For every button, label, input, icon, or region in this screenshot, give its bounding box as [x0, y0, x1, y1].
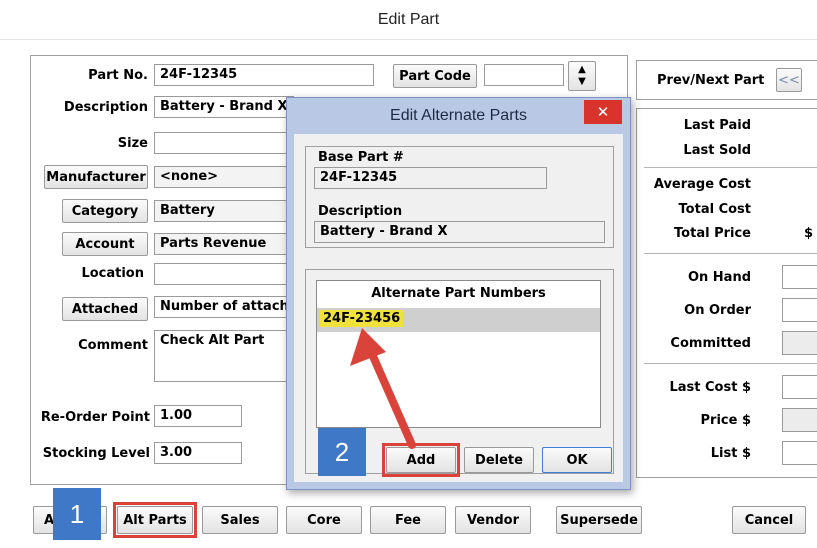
location-label: Location [81, 266, 144, 281]
total-price-label: Total Price [674, 226, 751, 241]
alt-parts-highlight [113, 502, 197, 538]
step-1-callout: 1 [53, 488, 101, 540]
committed-label: Committed [670, 336, 751, 351]
part-code-button[interactable]: Part Code [393, 64, 477, 88]
size-label: Size [117, 136, 148, 151]
size-field[interactable] [154, 132, 294, 154]
description-field[interactable]: Battery - Brand X [154, 96, 294, 118]
alternate-parts-header: Alternate Part Numbers [371, 286, 546, 301]
attached-button[interactable]: Attached [62, 297, 148, 321]
cancel-button[interactable]: Cancel [732, 506, 806, 534]
committed-field[interactable] [782, 331, 817, 355]
manufacturer-button[interactable]: Manufacturer [44, 165, 148, 189]
total-price-value: $ [804, 226, 814, 241]
delete-button[interactable]: Delete [464, 447, 534, 473]
last-cost-label: Last Cost $ [669, 380, 751, 395]
part-no-label: Part No. [88, 68, 148, 83]
reorder-point-label: Re-Order Point [40, 410, 150, 425]
total-cost-label: Total Cost [678, 202, 751, 217]
on-hand-field[interactable] [782, 265, 817, 289]
spinner-down-icon[interactable]: ▼ [578, 76, 586, 88]
comment-label: Comment [78, 338, 148, 353]
sales-button[interactable]: Sales [202, 506, 278, 534]
prev-next-label: Prev/Next Part [657, 73, 765, 88]
location-field[interactable] [154, 263, 294, 285]
account-field[interactable]: Parts Revenue [154, 233, 294, 255]
on-order-label: On Order [684, 303, 751, 318]
on-order-field[interactable] [782, 298, 817, 322]
window-title: Edit Part [377, 10, 440, 28]
reorder-point-field[interactable]: 1.00 [154, 405, 242, 427]
list-price-field[interactable] [782, 441, 817, 465]
divider [644, 363, 817, 364]
comment-field[interactable]: Check Alt Part [154, 330, 294, 382]
stocking-level-field[interactable]: 3.00 [154, 442, 242, 464]
stocking-level-label: Stocking Level [42, 446, 150, 461]
last-paid-label: Last Paid [683, 118, 751, 133]
close-icon[interactable]: ✕ [584, 100, 622, 124]
divider [644, 253, 817, 254]
dialog-title: Edit Alternate Parts [390, 107, 527, 124]
dialog-description-field: Battery - Brand X [314, 221, 605, 243]
vendor-button[interactable]: Vendor [455, 506, 531, 534]
fee-button[interactable]: Fee [370, 506, 446, 534]
divider [644, 167, 817, 168]
list-price-label: List $ [710, 446, 751, 461]
last-cost-field[interactable] [782, 375, 817, 399]
prev-part-button[interactable]: << [776, 68, 802, 92]
supersede-button[interactable]: Supersede [556, 506, 642, 534]
price-label: Price $ [700, 413, 752, 428]
category-button[interactable]: Category [62, 199, 148, 223]
category-field[interactable]: Battery [154, 200, 294, 222]
arrow-annotation-icon [350, 328, 416, 449]
manufacturer-field[interactable]: <none> [154, 166, 294, 188]
account-button[interactable]: Account [62, 232, 148, 256]
dialog-description-label: Description [318, 204, 403, 219]
base-part-field: 24F-12345 [314, 167, 547, 189]
last-sold-label: Last Sold [683, 143, 751, 158]
part-code-spinner[interactable]: ▲ ▼ [568, 61, 596, 91]
ok-button[interactable]: OK [542, 447, 612, 473]
base-part-label: Base Part # [318, 150, 404, 165]
window-title-bar: Edit Part [0, 0, 817, 40]
price-field[interactable] [782, 408, 817, 432]
core-button[interactable]: Core [286, 506, 362, 534]
part-no-field[interactable]: 24F-12345 [154, 64, 374, 86]
description-label: Description [63, 100, 148, 115]
on-hand-label: On Hand [687, 270, 751, 285]
attached-field[interactable]: Number of attache [154, 296, 294, 318]
part-code-field[interactable] [484, 64, 564, 86]
spinner-up-icon[interactable]: ▲ [578, 64, 586, 76]
average-cost-label: Average Cost [653, 177, 751, 192]
